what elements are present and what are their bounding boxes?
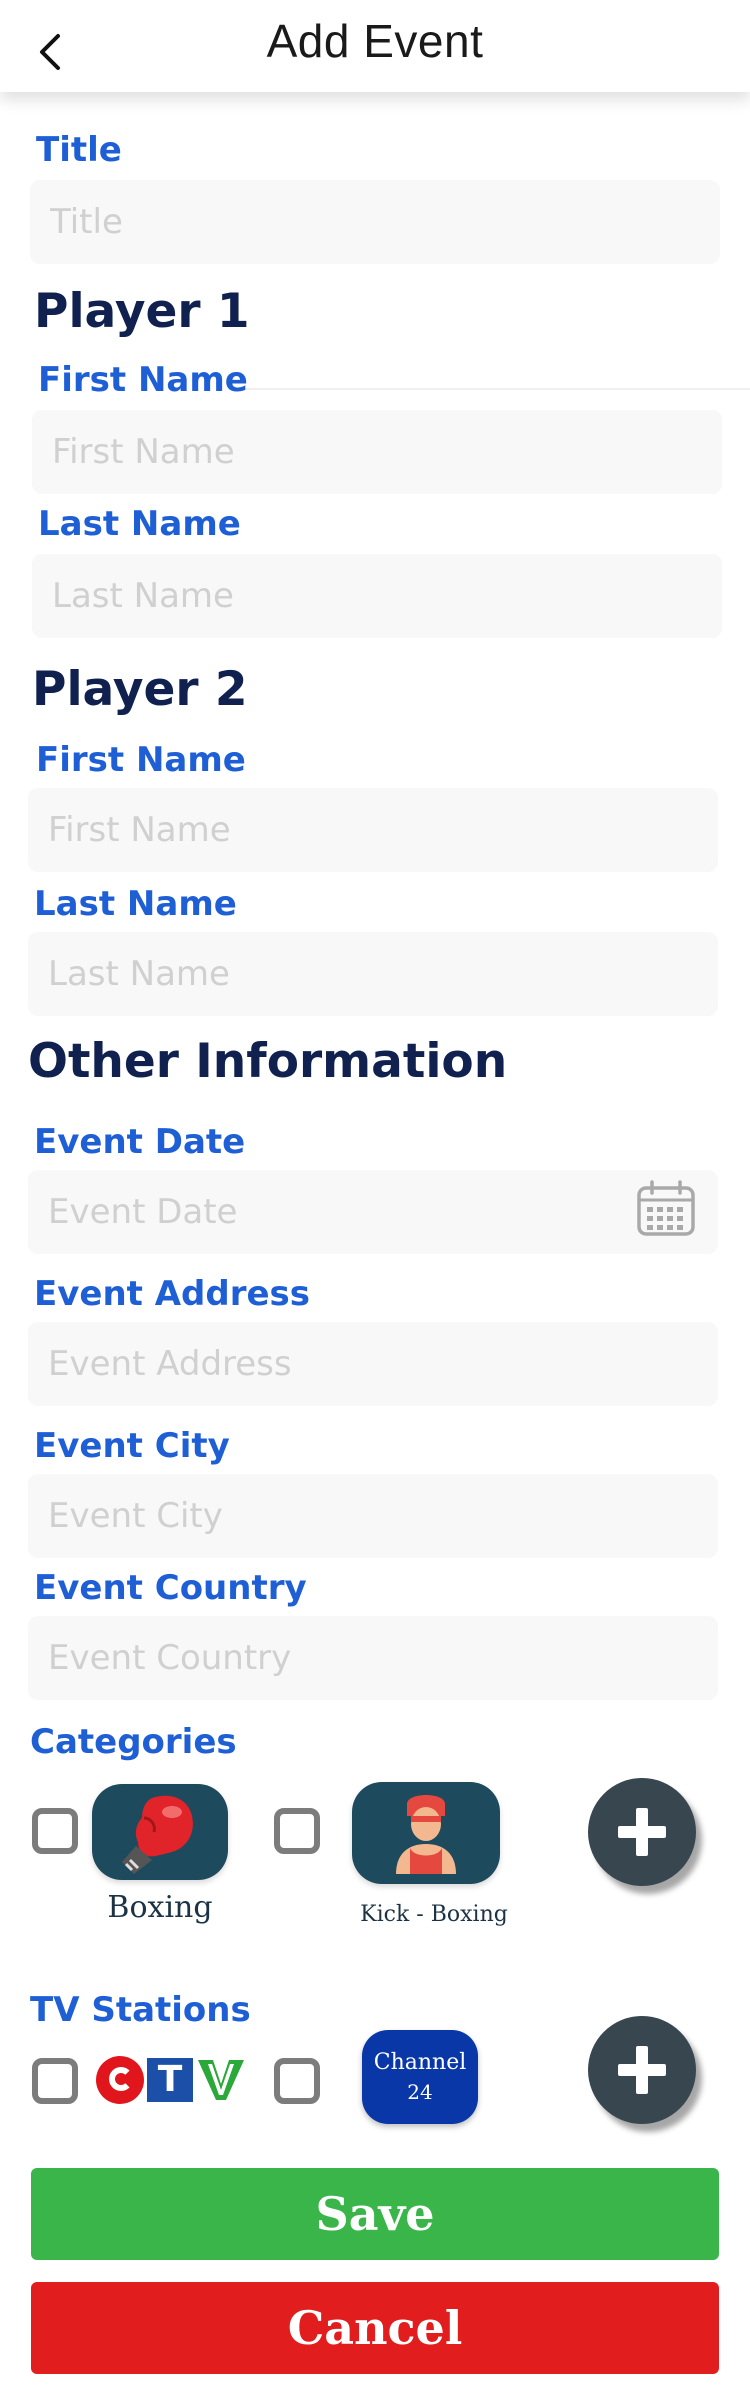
category-kickboxing-caption: Kick - Boxing bbox=[360, 1902, 508, 1927]
player1-last-name-label: Last Name bbox=[38, 504, 241, 544]
tv-stations-label: TV Stations bbox=[30, 1990, 251, 2030]
channel-24-line1: Channel bbox=[373, 2050, 467, 2075]
player1-heading: Player 1 bbox=[34, 284, 250, 339]
other-information-heading: Other Information bbox=[28, 1034, 508, 1089]
ctv-v-mark bbox=[198, 2060, 244, 2100]
event-address-input[interactable] bbox=[28, 1322, 718, 1406]
player2-last-name-input[interactable] bbox=[28, 932, 718, 1016]
event-country-label: Event Country bbox=[34, 1568, 307, 1608]
tv-ctv-checkbox[interactable] bbox=[32, 2058, 78, 2104]
player1-first-name-label: First Name bbox=[38, 360, 248, 400]
event-city-input[interactable] bbox=[28, 1474, 718, 1558]
player2-first-name-input[interactable] bbox=[28, 788, 718, 872]
title-input[interactable] bbox=[30, 180, 720, 264]
player2-last-name-label: Last Name bbox=[34, 884, 237, 924]
channel-24-line2: 24 bbox=[407, 2080, 433, 2104]
ctv-c-mark bbox=[96, 2056, 144, 2104]
save-button[interactable]: Save bbox=[31, 2168, 719, 2260]
boxing-glove-icon bbox=[122, 1795, 193, 1874]
cancel-button[interactable]: Cancel bbox=[31, 2282, 719, 2374]
kickboxer-icon bbox=[396, 1795, 456, 1874]
title-label: Title bbox=[36, 130, 122, 170]
player1-first-name-input[interactable] bbox=[32, 410, 722, 494]
tv-channel24-checkbox[interactable] bbox=[274, 2058, 320, 2104]
header-bar: Add Event bbox=[0, 0, 750, 92]
category-boxing-checkbox[interactable] bbox=[32, 1808, 78, 1854]
category-kickboxing-checkbox[interactable] bbox=[274, 1808, 320, 1854]
player2-heading: Player 2 bbox=[32, 662, 248, 717]
event-country-input[interactable] bbox=[28, 1616, 718, 1700]
event-date-label: Event Date bbox=[34, 1122, 246, 1162]
add-category-button[interactable] bbox=[588, 1778, 696, 1886]
categories-label: Categories bbox=[30, 1722, 237, 1762]
category-boxing-tile[interactable] bbox=[92, 1784, 228, 1880]
channel-24-logo[interactable]: Channel 24 bbox=[362, 2030, 478, 2124]
add-tv-station-button[interactable] bbox=[588, 2016, 696, 2124]
event-city-label: Event City bbox=[34, 1426, 230, 1466]
divider bbox=[236, 388, 750, 390]
event-date-input[interactable] bbox=[28, 1170, 718, 1254]
player1-last-name-input[interactable] bbox=[32, 554, 722, 638]
event-address-label: Event Address bbox=[34, 1274, 311, 1314]
ctv-logo[interactable]: T bbox=[96, 2056, 246, 2104]
category-kickboxing-tile[interactable] bbox=[352, 1782, 500, 1884]
category-boxing-caption: Boxing bbox=[107, 1890, 213, 1925]
calendar-icon[interactable] bbox=[636, 1180, 696, 1238]
page-title: Add Event bbox=[266, 15, 484, 67]
player2-first-name-label: First Name bbox=[36, 740, 246, 780]
ctv-t-mark: T bbox=[147, 2058, 193, 2102]
